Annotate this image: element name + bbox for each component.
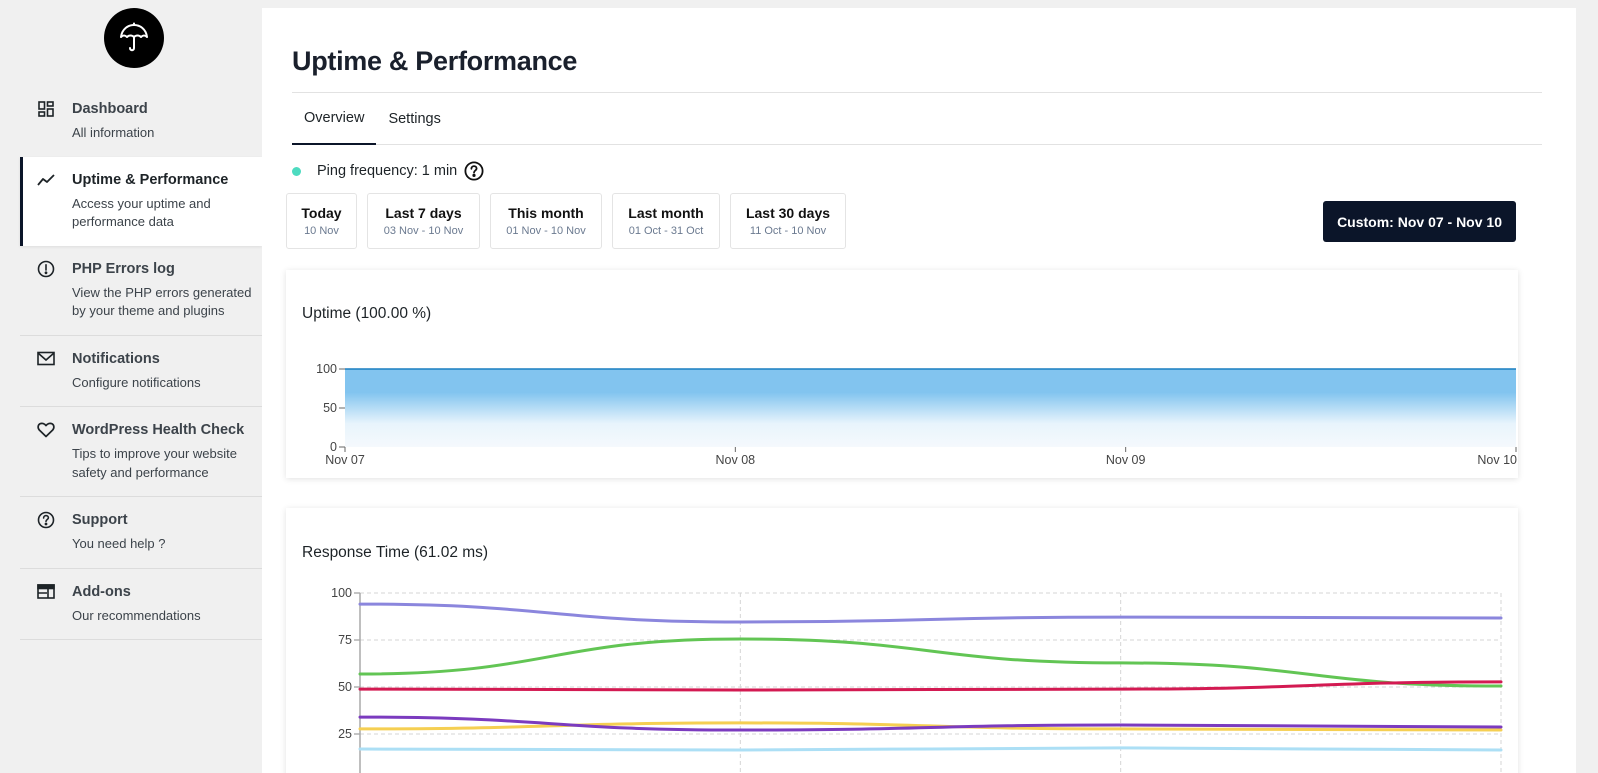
y-tick-label: 100: [316, 362, 337, 376]
range-last-30-days-button[interactable]: Last 30 days 11 Oct - 10 Nov: [730, 193, 846, 249]
umbrella-logo-icon[interactable]: [104, 8, 164, 68]
uptime-chart: 0 50 100 Nov 07 Nov 08 Nov 09 Nov 10: [316, 362, 1517, 467]
uptime-area: [345, 369, 1516, 447]
sidebar-item-title: PHP Errors log: [72, 260, 175, 277]
alert-circle-icon: [37, 260, 55, 278]
status-dot-icon: [292, 166, 301, 176]
ping-frequency: Ping frequency: 1 min: [292, 161, 484, 181]
sidebar-item-title: Add-ons: [72, 583, 131, 600]
y-tick-label: 75: [338, 633, 352, 647]
line-series-6: [358, 746, 1503, 752]
sidebar-item-title: Uptime & Performance: [72, 171, 229, 188]
range-this-month-button[interactable]: This month 01 Nov - 10 Nov: [490, 193, 602, 249]
sidebar-item-desc: Access your uptime and performance data: [72, 195, 211, 230]
sidebar-item-uptime[interactable]: Uptime & Performance Access your uptime …: [20, 156, 262, 246]
range-dates: 01 Oct - 31 Oct: [628, 225, 704, 237]
addons-icon: [37, 583, 55, 601]
range-dates: 10 Nov: [304, 225, 339, 237]
sidebar-item-dashboard[interactable]: Dashboard All information: [20, 86, 262, 158]
help-circle-icon[interactable]: [464, 161, 484, 181]
tab-bar: Overview Settings: [292, 92, 1542, 145]
sidebar-item-health[interactable]: WordPress Health Check Tips to improve y…: [20, 407, 262, 497]
range-dates: 11 Oct - 10 Nov: [749, 225, 827, 237]
ping-frequency-label: Ping frequency: 1 min: [317, 163, 458, 179]
x-tick-label: Nov 10: [1477, 453, 1517, 467]
custom-range-button[interactable]: Custom: Nov 07 - Nov 10: [1323, 201, 1516, 242]
x-tick-label: Nov 07: [325, 453, 365, 467]
trend-line-icon: [37, 171, 55, 189]
range-label: Last 30 days: [745, 205, 831, 221]
line-series-3: [358, 680, 1503, 692]
sidebar-item-title: WordPress Health Check: [72, 422, 245, 438]
range-dates: 01 Nov - 10 Nov: [506, 225, 586, 237]
y-tick-label: 0: [330, 440, 337, 454]
tab-overview[interactable]: Overview: [292, 92, 377, 145]
sidebar-item-desc: Tips to improve your website safety and …: [72, 446, 237, 480]
sidebar-item-addons[interactable]: Add-ons Our recommendations: [20, 569, 262, 640]
y-tick-label: 50: [323, 401, 337, 415]
sidebar-nav: Dashboard All information Uptime & Perfo…: [20, 86, 262, 640]
help-circle-icon: [37, 511, 55, 529]
envelope-icon: [37, 350, 55, 368]
sidebar-item-desc: View the PHP errors generated by your th…: [72, 284, 252, 319]
sidebar-item-title: Notifications: [72, 350, 160, 367]
range-today-button[interactable]: Today 10 Nov: [286, 193, 357, 249]
response-time-chart-card: Response Time (61.02 ms) 25 50 75 100: [286, 508, 1518, 773]
sidebar-item-title: Support: [72, 512, 128, 528]
dashboard-grid-icon: [37, 100, 55, 118]
y-tick-label: 50: [338, 680, 352, 694]
sidebar-item-title: Dashboard: [72, 101, 148, 117]
x-tick-label: Nov 08: [716, 453, 756, 467]
range-last-month-button[interactable]: Last month 01 Oct - 31 Oct: [612, 193, 720, 249]
y-tick-label: 100: [331, 586, 352, 600]
range-label: Last month: [628, 205, 704, 221]
y-tick-label: 25: [338, 727, 352, 741]
range-label: Today: [301, 205, 342, 221]
range-last-7-days-button[interactable]: Last 7 days 03 Nov - 10 Nov: [367, 193, 480, 249]
line-series-2: [358, 637, 1503, 688]
range-label: Last 7 days: [385, 205, 462, 221]
heart-icon: [37, 421, 55, 439]
sidebar-item-php-errors[interactable]: PHP Errors log View the PHP errors gener…: [20, 246, 262, 336]
sidebar-item-notifications[interactable]: Notifications Configure notifications: [20, 336, 262, 407]
x-tick-label: Nov 09: [1106, 453, 1146, 467]
response-time-chart: 25 50 75 100: [331, 586, 1503, 773]
range-dates: 03 Nov - 10 Nov: [383, 225, 464, 237]
sidebar-item-desc: You need help ?: [72, 536, 166, 551]
sidebar-item-support[interactable]: Support You need help ?: [20, 497, 262, 569]
tab-settings[interactable]: Settings: [376, 92, 452, 145]
page-title: Uptime & Performance: [292, 46, 578, 76]
date-range-group: Today 10 Nov Last 7 days 03 Nov - 10 Nov…: [286, 193, 846, 249]
uptime-chart-card: Uptime (100.00 %) 0 50 100 Nov 07 Nov 08 Nov …: [286, 270, 1518, 478]
main-panel: Uptime & Performance Overview Settings P…: [262, 8, 1576, 773]
range-label: This month: [508, 205, 584, 221]
sidebar: Dashboard All information Uptime & Perfo…: [0, 0, 262, 773]
sidebar-item-desc: All information: [72, 125, 155, 140]
sidebar-item-desc: Our recommendations: [72, 607, 201, 623]
sidebar-item-desc: Configure notifications: [72, 374, 201, 390]
line-series-1: [358, 602, 1503, 624]
